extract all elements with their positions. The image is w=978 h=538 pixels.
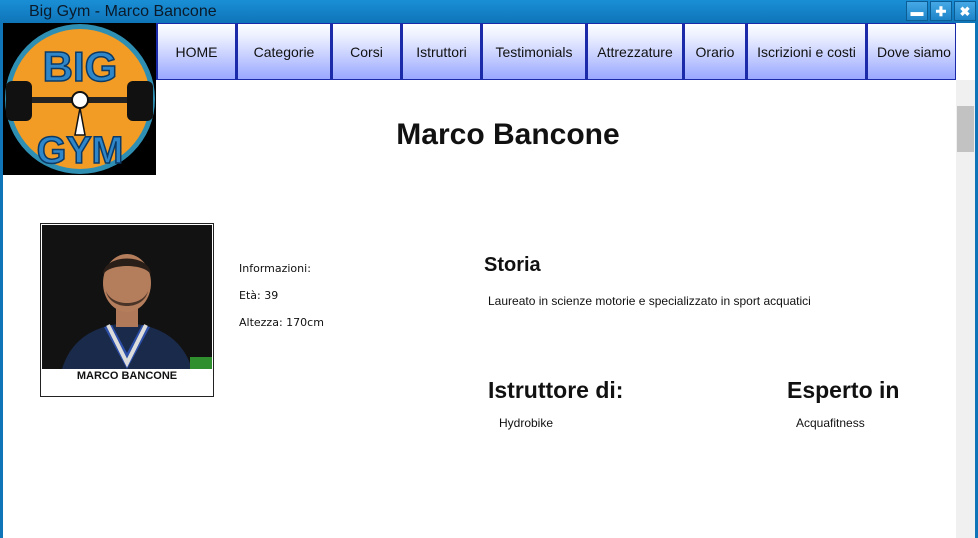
storia-heading: Storia (484, 254, 541, 276)
window-title: Big Gym - Marco Bancone (29, 3, 217, 20)
nav-item-corsi[interactable]: Corsi (331, 23, 401, 80)
info-altezza: Altezza: 170cm (239, 316, 324, 329)
instructor-photo-card: MARCO BANCONE (40, 223, 214, 397)
nav-item-iscrizioni[interactable]: Iscrizioni e costi (746, 23, 866, 80)
big-gym-logo[interactable]: BIG GYM (3, 23, 156, 175)
logo-graphic: BIG GYM (5, 24, 155, 174)
photo-caption: MARCO BANCONE (76, 370, 178, 382)
minimize-icon[interactable]: ▬ (906, 1, 928, 21)
main-navigation: HOME Categorie Corsi Istruttori Testimon… (156, 23, 956, 80)
istruttore-heading: Istruttore di: (488, 377, 624, 403)
istruttore-course-item: Hydrobike (499, 416, 554, 430)
maximize-icon[interactable]: ✚ (930, 1, 952, 21)
info-label: Informazioni: (239, 262, 311, 275)
close-icon[interactable]: ✖ (954, 1, 976, 21)
nav-item-home[interactable]: HOME (156, 23, 236, 80)
nav-item-istruttori[interactable]: Istruttori (401, 23, 481, 80)
nav-item-categorie[interactable]: Categorie (236, 23, 331, 80)
nav-item-attrezzature[interactable]: Attrezzature (586, 23, 683, 80)
window-titlebar: Big Gym - Marco Bancone ▬ ✚ ✖ (0, 0, 978, 23)
esperto-item: Acquafitness (796, 416, 865, 430)
window-controls: ▬ ✚ ✖ (904, 1, 976, 21)
nav-item-dove-siamo[interactable]: Dove siamo (866, 23, 956, 80)
logo-top-text: BIG (43, 43, 118, 90)
esperto-heading: Esperto in (787, 377, 900, 403)
nav-item-testimonials[interactable]: Testimonials (481, 23, 586, 80)
info-eta: Età: 39 (239, 289, 279, 302)
instructor-photo (42, 225, 212, 369)
page-title: Marco Bancone (396, 118, 620, 151)
storia-text: Laureato in scienze motorie e specializz… (488, 294, 811, 308)
nav-item-orario[interactable]: Orario (683, 23, 746, 80)
